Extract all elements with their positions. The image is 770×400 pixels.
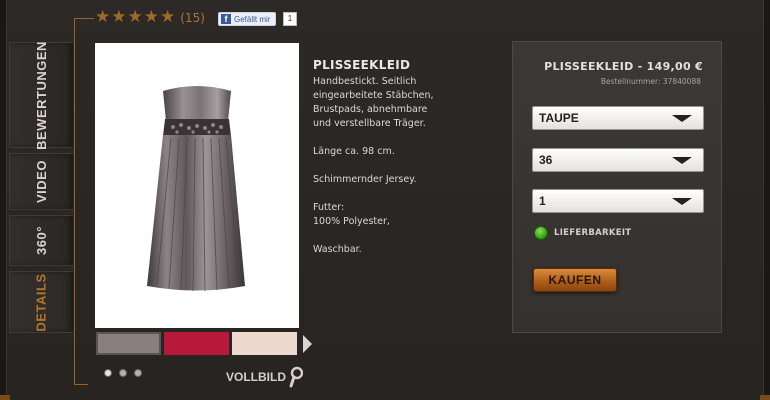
availability-label: LIEFERBARKEIT <box>554 228 632 238</box>
product-title: PLISSEEKLEID <box>313 58 411 72</box>
facebook-like-count: 1 <box>283 12 297 26</box>
availability-indicator: LIEFERBARKEIT <box>534 226 631 240</box>
corner-accent-right <box>760 395 770 400</box>
tab-label: 360° <box>33 226 49 255</box>
tab-label: BEWERTUNGEN <box>34 40 49 150</box>
tab-360[interactable]: 360° <box>9 215 73 266</box>
rating[interactable]: ★ ★ ★ ★ ★ (15) <box>95 9 205 26</box>
description-line: Brustpads, abnehmbare <box>313 104 428 115</box>
tab-video[interactable]: VIDEO <box>9 153 73 210</box>
frame-line-top <box>74 18 94 19</box>
chevron-down-icon <box>672 197 692 205</box>
swatch-next-arrow-icon[interactable] <box>303 335 312 353</box>
frame-line-bottom <box>74 384 88 385</box>
fullscreen-button[interactable]: VOLLBILD <box>226 366 303 388</box>
description-line: Länge ca. 98 cm. <box>313 146 395 157</box>
description-line: 100% Polyester, <box>313 216 390 227</box>
color-swatch-nude[interactable] <box>232 332 297 355</box>
description-line: Futter: <box>313 202 345 213</box>
description-line: Schimmernder Jersey. <box>313 174 417 185</box>
tab-details[interactable]: DETAILS <box>9 271 73 333</box>
dress-image <box>147 86 245 292</box>
star-icon: ★ <box>95 7 111 27</box>
product-description: PLISSEEKLEID Handbestickt. Seitlich einge… <box>313 58 503 257</box>
tab-label: DETAILS <box>34 272 49 332</box>
description-line: eingearbeitete Stäbchen, <box>313 90 434 101</box>
buy-button[interactable]: KAUFEN <box>533 268 617 292</box>
facebook-like-label: Gefällt mir <box>234 14 271 24</box>
size-select[interactable]: 36 <box>532 148 704 172</box>
magnifier-icon <box>289 366 303 388</box>
star-icon: ★ <box>127 7 143 27</box>
product-image[interactable] <box>95 43 299 328</box>
order-number: Bestellnummer: 37840088 <box>600 77 701 86</box>
tab-reviews[interactable]: BEWERTUNGEN <box>9 40 73 150</box>
tab-label: VIDEO <box>34 160 49 203</box>
star-icon: ★ <box>143 7 159 27</box>
quantity-select[interactable]: 1 <box>532 189 704 213</box>
star-icon: ★ <box>111 7 127 27</box>
gallery-dot[interactable] <box>104 369 112 377</box>
description-line: und verstellbare Träger. <box>313 118 426 129</box>
rating-count[interactable]: (15) <box>180 11 205 25</box>
gallery-dot[interactable] <box>134 369 142 377</box>
order-panel: PLISSEEKLEID - 149,00 € Bestellnummer: 3… <box>512 41 722 333</box>
size-select-value: 36 <box>539 153 553 167</box>
frame-line <box>74 18 75 384</box>
gallery-dot[interactable] <box>119 369 127 377</box>
chevron-down-icon <box>672 156 692 164</box>
color-select[interactable]: TAUPE <box>532 106 704 130</box>
fullscreen-label: VOLLBILD <box>226 370 286 384</box>
order-title: PLISSEEKLEID - 149,00 € <box>544 60 703 73</box>
facebook-icon: f <box>221 14 231 24</box>
corner-accent-left <box>0 395 10 400</box>
availability-status-icon <box>534 226 548 240</box>
facebook-like-button[interactable]: f Gefällt mir <box>218 12 276 26</box>
gallery-pagination <box>104 369 142 377</box>
color-swatch-red[interactable] <box>164 332 229 355</box>
buy-button-label: KAUFEN <box>548 273 602 287</box>
quantity-select-value: 1 <box>539 194 546 208</box>
star-icon: ★ <box>160 7 176 27</box>
chevron-down-icon <box>672 114 692 122</box>
color-swatch-taupe[interactable] <box>96 332 161 355</box>
color-select-value: TAUPE <box>539 111 579 125</box>
description-line: Waschbar. <box>313 244 362 255</box>
description-line: Handbestickt. Seitlich <box>313 76 417 87</box>
